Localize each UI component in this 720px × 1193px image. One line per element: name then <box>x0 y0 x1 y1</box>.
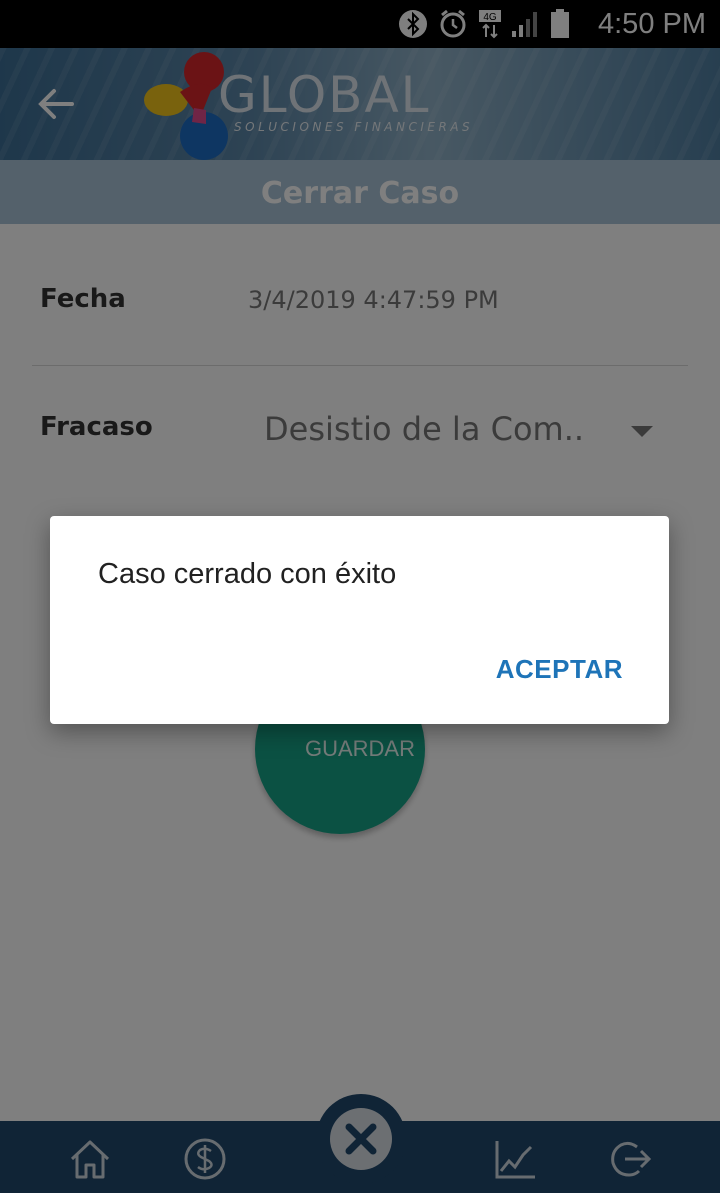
success-dialog: Caso cerrado con éxito ACEPTAR <box>50 516 669 724</box>
dialog-message: Caso cerrado con éxito <box>98 558 397 590</box>
accept-button[interactable]: ACEPTAR <box>496 654 623 685</box>
